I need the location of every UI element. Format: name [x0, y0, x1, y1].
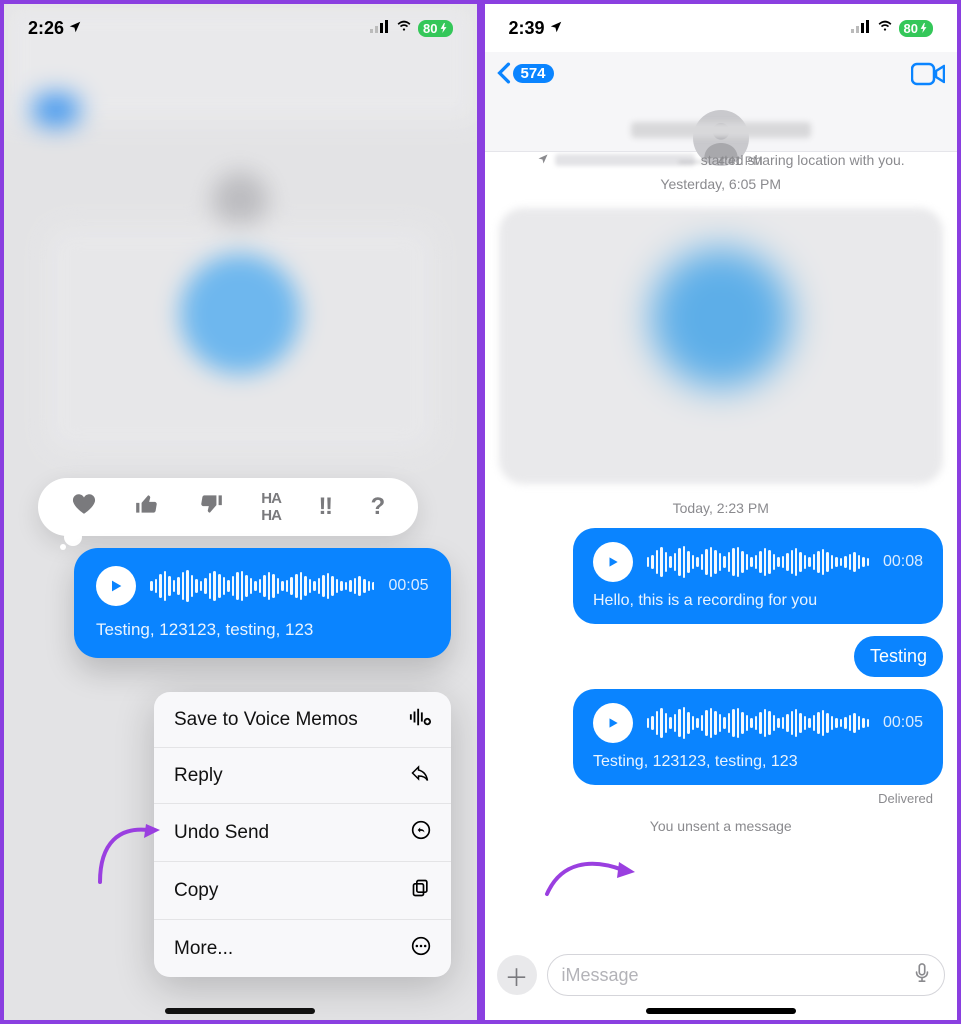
screenshot-left: 2:26 80 HAHA ‼ ? 0	[0, 0, 481, 1024]
more-icon	[411, 936, 431, 961]
battery-percent: 80	[423, 21, 437, 36]
voice-message-bubble[interactable]: 00:05 Testing, 123123, testing, 123	[573, 689, 943, 785]
time-label: 2:39	[509, 18, 545, 39]
message-text: Testing	[870, 646, 927, 666]
location-arrow-icon	[537, 152, 549, 168]
status-right: 80	[851, 19, 933, 38]
menu-label: Save to Voice Memos	[174, 709, 358, 731]
cellular-icon	[370, 19, 390, 38]
waveform-icon	[647, 544, 869, 580]
voice-duration: 00:05	[883, 714, 923, 732]
cellular-icon	[851, 19, 871, 38]
chat-body[interactable]: started sharing location with you. ——— 4…	[485, 152, 958, 1020]
menu-more[interactable]: More...	[154, 920, 451, 977]
home-indicator[interactable]	[165, 1008, 315, 1014]
context-menu: Save to Voice Memos Reply Undo Send Copy…	[154, 692, 451, 977]
menu-copy[interactable]: Copy	[154, 862, 451, 920]
menu-label: More...	[174, 938, 233, 960]
copy-icon	[411, 878, 431, 903]
menu-save-voice-memos[interactable]: Save to Voice Memos	[154, 692, 451, 748]
waveform-icon	[647, 705, 869, 741]
timestamp-divider: Yesterday, 6:05 PM	[485, 168, 958, 200]
voice-message-bubble[interactable]: 00:08 Hello, this is a recording for you	[573, 528, 943, 624]
compose-bar: ＋ iMessage	[485, 950, 958, 1000]
time-label: 2:26	[28, 18, 64, 39]
tapback-exclaim[interactable]: ‼	[318, 493, 333, 521]
status-bar: 2:39 80	[485, 4, 958, 52]
status-time: 2:26	[28, 18, 82, 39]
contact-name-blurred	[631, 122, 811, 138]
add-button[interactable]: ＋	[497, 955, 537, 995]
battery-indicator: 80	[899, 20, 933, 37]
mic-icon[interactable]	[914, 963, 930, 988]
battery-indicator: 80	[418, 20, 452, 37]
home-indicator[interactable]	[646, 1008, 796, 1014]
tapback-thumbs-up[interactable]	[134, 491, 160, 523]
wifi-icon	[394, 19, 414, 38]
tapback-haha[interactable]: HAHA	[261, 490, 281, 524]
voice-transcript: Hello, this is a recording for you	[593, 592, 923, 610]
waveform-icon	[150, 568, 374, 604]
tapback-bar: HAHA ‼ ?	[38, 478, 418, 536]
menu-label: Reply	[174, 765, 223, 787]
status-right: 80	[370, 19, 452, 38]
message-input[interactable]: iMessage	[547, 954, 946, 996]
status-time: 2:39	[509, 18, 563, 39]
blurred-attachment[interactable]	[499, 208, 944, 484]
timestamp-divider: Today, 2:23 PM	[485, 492, 958, 524]
status-bar: 2:26 80	[4, 4, 477, 52]
unsent-notice: You unsent a message	[485, 808, 958, 840]
message-placeholder: iMessage	[562, 965, 639, 986]
tapback-thumbs-down[interactable]	[198, 491, 224, 523]
voice-transcript: Testing, 123123, testing, 123	[96, 620, 429, 640]
tapback-heart[interactable]	[71, 491, 97, 523]
text-message-bubble[interactable]: Testing	[854, 636, 943, 677]
menu-reply[interactable]: Reply	[154, 748, 451, 804]
play-button[interactable]	[593, 542, 633, 582]
play-button[interactable]	[96, 566, 136, 606]
voice-duration: 00:08	[883, 553, 923, 571]
location-icon	[68, 18, 82, 39]
back-button[interactable]: 574	[497, 62, 554, 84]
location-icon	[549, 18, 563, 39]
undo-icon	[411, 820, 431, 845]
play-button[interactable]	[593, 703, 633, 743]
screenshot-right: 2:39 80 574 started sharing location wit…	[481, 0, 961, 1024]
facetime-button[interactable]	[911, 62, 945, 91]
reply-icon	[409, 764, 431, 787]
voice-transcript: Testing, 123123, testing, 123	[593, 753, 923, 771]
wifi-icon	[875, 19, 895, 38]
voice-message-bubble[interactable]: 00:05 Testing, 123123, testing, 123	[74, 548, 451, 658]
back-badge: 574	[513, 64, 554, 83]
annotation-arrow	[541, 850, 641, 905]
menu-undo-send[interactable]: Undo Send	[154, 804, 451, 862]
waveform-plus-icon	[409, 708, 431, 731]
blurred-name	[555, 154, 695, 166]
delivered-label: Delivered	[485, 789, 958, 808]
voice-duration: 00:05	[388, 577, 428, 595]
tapback-question[interactable]: ?	[371, 493, 386, 521]
battery-percent: 80	[904, 21, 918, 36]
menu-label: Undo Send	[174, 822, 269, 844]
menu-label: Copy	[174, 880, 218, 902]
